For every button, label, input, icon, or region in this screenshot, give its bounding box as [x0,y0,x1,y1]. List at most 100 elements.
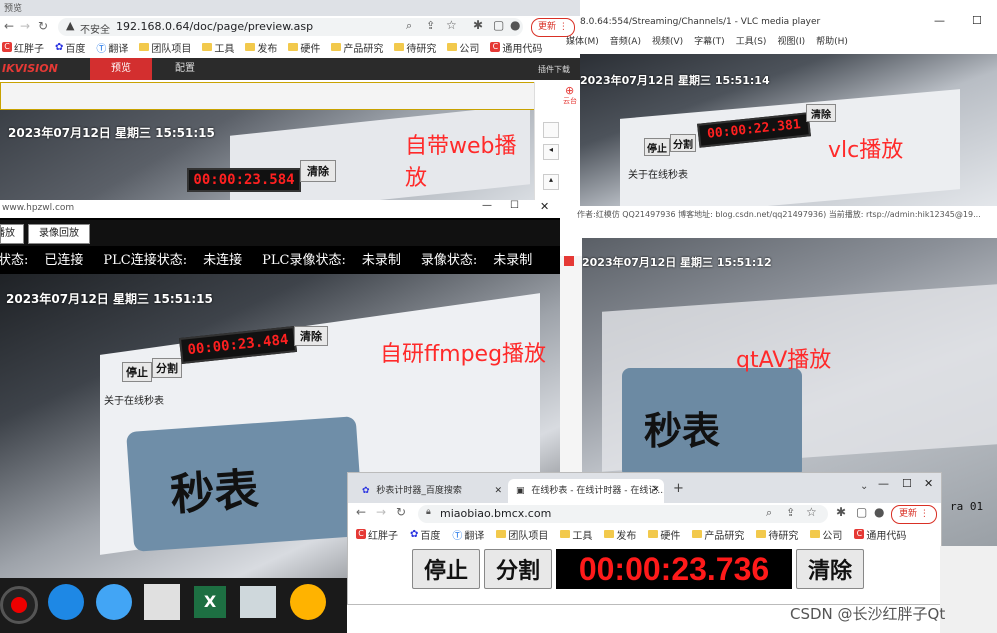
vlc-timestamp: 2023年07月12日 星期三 15:51:14 [580,74,770,87]
bookmark-item[interactable]: 待研究 [394,40,436,55]
vlc-about-text: 关于在线秒表 [628,170,688,181]
bookmark-item[interactable]: 团队项目 [496,527,548,542]
status-label: 录像状态: [420,253,478,268]
browser-tab[interactable]: ✿ 秒表计时器_百度搜索 ✕ [354,479,506,503]
maximize-icon[interactable]: ☐ [510,200,519,211]
minimize-icon[interactable]: — [482,200,492,211]
baidu-icon: ✿ [410,528,419,540]
table-icon[interactable] [240,586,276,618]
bookmark-item[interactable]: 公司 [447,40,479,55]
bookmark-item[interactable]: Ⓣ 翻译 [96,40,128,55]
share-icon[interactable]: ⇪ [786,506,795,519]
vlc-menu-item[interactable]: 媒体(M) [566,34,599,50]
star-icon[interactable]: ☆ [806,505,817,519]
browser-tab-active[interactable]: ▣ 在线秒表 - 在线计时器 - 在线记... [508,479,664,503]
vlc-menu-item[interactable]: 视图(I) [777,34,805,50]
ptz-down-button[interactable]: ▴ [543,174,559,190]
minimize-icon[interactable]: — [934,14,945,27]
forward-icon[interactable]: → [20,19,30,33]
stopwatch-image: 秒表 [126,416,364,552]
excel-icon[interactable]: X [194,586,226,618]
csdn-icon: C [854,529,865,539]
profile-icon[interactable]: ● [874,505,884,519]
bookmark-item[interactable]: 硬件 [288,40,320,55]
extension-icon[interactable]: ✱ [473,18,483,32]
vlc-menu-item[interactable]: 字幕(T) [694,34,725,50]
reload-icon[interactable]: ↻ [396,505,406,519]
zoom-icon[interactable]: ⌕ [766,506,772,520]
share-icon[interactable]: ⇪ [426,19,435,32]
close-icon[interactable]: ✕ [540,200,549,213]
sidepanel-icon[interactable]: ▢ [493,18,504,32]
folder-icon [810,530,821,538]
update-label: 更新 [899,509,918,519]
bookmark-item[interactable]: 待研究 [756,527,798,542]
hik-nav-preview[interactable]: 预览 [90,58,152,80]
stopwatch-label: 秒表 [644,409,721,453]
tab-search-icon[interactable]: ⌄ [860,481,868,492]
bookmark-item[interactable]: 工具 [560,527,592,542]
maximize-icon[interactable]: ☐ [902,477,912,490]
record-icon[interactable] [0,586,38,624]
bookmark-item[interactable]: 工具 [202,40,234,55]
url-text[interactable]: miaobiao.bmcx.com [440,507,551,520]
bookmark-item[interactable]: ✿ 百度 [410,527,440,542]
stop-button[interactable]: 停止 [412,549,480,589]
ptz-left-button[interactable]: ◂ [543,144,559,160]
forward-icon[interactable]: → [376,505,386,519]
bookmark-item[interactable]: C 红胖子 [2,40,44,55]
browser-icon[interactable] [48,584,84,620]
bookmark-item[interactable]: 发布 [604,527,636,542]
vlc-menu-item[interactable]: 工具(S) [736,34,767,50]
vlc-menu-item[interactable]: 音频(A) [610,34,641,50]
app-icon[interactable] [144,584,180,620]
ptz-up-button[interactable] [543,122,559,138]
maximize-icon[interactable]: ☐ [972,14,982,27]
hik-nav-config[interactable]: 配置 [160,58,210,80]
bookmark-item[interactable]: 产品研究 [331,40,383,55]
folder-icon [447,43,458,51]
bookmark-item[interactable]: 团队项目 [139,40,191,55]
reload-icon[interactable]: ↻ [38,19,48,33]
bookmark-item[interactable]: ✿ 百度 [55,40,85,55]
back-icon[interactable]: ← [356,505,366,519]
sidepanel-icon[interactable]: ▢ [856,505,867,519]
bookmark-item[interactable]: 公司 [810,527,842,542]
update-label: 更新 [538,22,557,32]
address-bar[interactable]: ▲ 不安全 192.168.0.64/doc/page/preview.asp … [58,18,523,36]
plugin-download-link[interactable]: 插件下载 [538,64,570,75]
close-tab-icon[interactable]: ✕ [494,479,502,503]
tab-play[interactable]: 播放 [0,224,24,244]
url-text[interactable]: 192.168.0.64/doc/page/preview.asp [116,20,313,33]
bookmark-item[interactable]: 发布 [245,40,277,55]
bookmark-item[interactable]: C 通用代码 [490,40,542,55]
bookmark-item[interactable]: Ⓣ 翻译 [452,527,484,542]
web-browser-window: 预览 ← → ↻ ▲ 不安全 192.168.0.64/doc/page/pre… [0,0,581,200]
profile-icon[interactable]: ● [510,18,520,32]
new-tab-icon[interactable]: + [673,481,684,496]
tab-playback[interactable]: 录像回放 [28,224,90,244]
address-bar[interactable]: 🔒︎ miaobiao.bmcx.com ⌕ ⇪ ☆ [418,505,828,523]
bookmark-item[interactable]: 产品研究 [692,527,744,542]
bookmark-item[interactable]: C 通用代码 [854,527,906,542]
player-icon[interactable] [96,584,132,620]
folder-icon [756,530,767,538]
minimize-icon[interactable]: — [878,477,889,490]
close-icon[interactable]: ✕ [924,477,933,490]
camera-text: ra 01 [950,500,984,513]
bookmark-item[interactable]: 硬件 [648,527,680,542]
media-icon[interactable] [290,584,326,620]
browser-tab-title[interactable]: 预览 [4,1,22,14]
vlc-menu-item[interactable]: 视频(V) [652,34,683,50]
update-button[interactable]: 更新 ⋮ [891,505,937,524]
zoom-icon[interactable]: ⌕ [406,19,412,33]
bookmark-item[interactable]: C 红胖子 [356,527,398,542]
close-tab-icon[interactable]: ✕ [652,485,660,495]
vlc-menu-item[interactable]: 帮助(H) [816,34,848,50]
extension-icon[interactable]: ✱ [836,505,846,519]
clear-button[interactable]: 清除 [796,549,864,589]
browser-tabbar: ✿ 秒表计时器_百度搜索 ✕ ▣ 在线秒表 - 在线计时器 - 在线记... ✕… [348,473,941,503]
split-button[interactable]: 分割 [484,549,552,589]
back-icon[interactable]: ← [4,19,14,33]
star-icon[interactable]: ☆ [446,18,457,32]
